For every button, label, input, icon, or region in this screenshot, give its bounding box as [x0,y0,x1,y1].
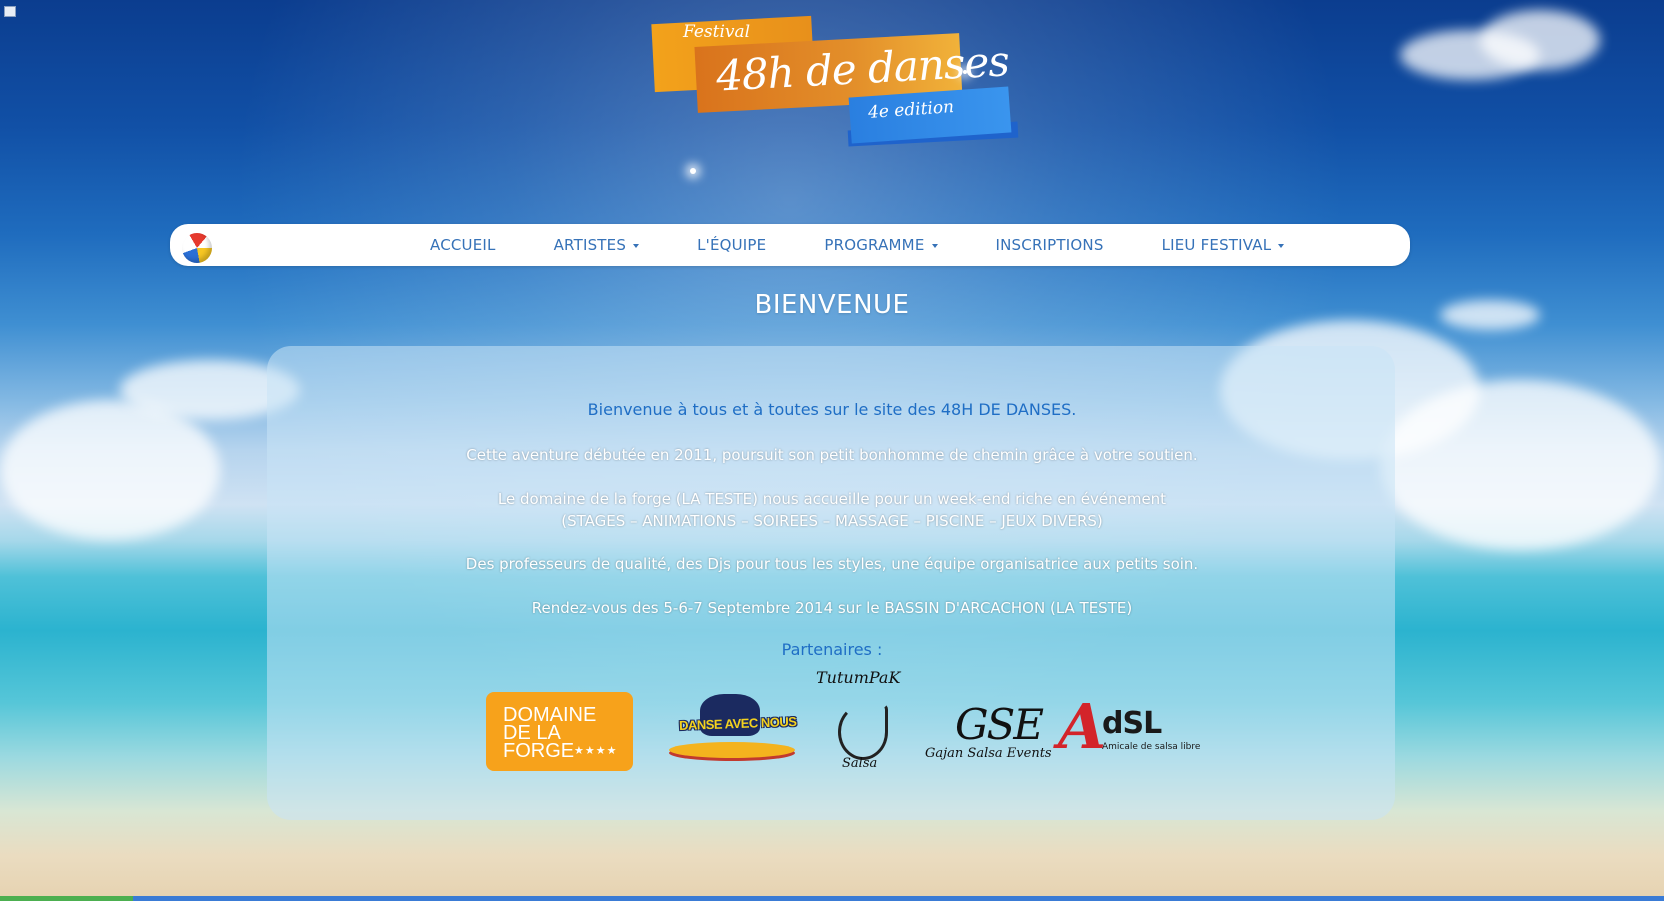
welcome-text: Bienvenue à tous et à toutes sur le site… [587,400,1077,419]
partner-adsl-a: A [1058,690,1107,763]
nav-item-accueil[interactable]: ACCUEIL [430,236,496,254]
partner-tutumpak-name: TutumPaK [816,668,901,687]
venue-paragraph-line2: (STAGES – ANIMATIONS – SOIREES – MASSAGE… [561,512,1103,530]
nav-item-label: ARTISTES [553,236,627,254]
partner-logo-adsl[interactable]: A dSL Amicale de salsa libre [1056,690,1200,768]
nav-item-label: INSCRIPTIONS [995,236,1104,254]
partners-label: Partenaires : [781,640,883,659]
sparkle-icon [963,70,967,74]
nav-item-lieu-festival[interactable]: LIEU FESTIVAL [1162,236,1285,254]
board-shape [669,742,795,758]
nav-item-artistes[interactable]: ARTISTES [553,236,640,254]
partner-logo-tutumpak[interactable]: TutumPaK Salsa [810,668,910,778]
nav-item-label: L'ÉQUIPE [697,236,767,254]
logo-festival-text: Festival [683,22,751,42]
cloud [1480,10,1600,70]
partner-adsl-sub: Amicale de salsa libre [1102,742,1201,752]
cloud [1400,30,1540,80]
nav-item-label: PROGRAMME [824,236,925,254]
sparkle-icon [690,168,696,174]
caret-down-icon [931,243,938,248]
venue-paragraph-line1: Le domaine de la forge (LA TESTE) nous a… [497,490,1167,508]
nav-item-inscriptions[interactable]: INSCRIPTIONS [996,236,1104,254]
page-title: BIENVENUE [754,290,910,320]
intro-paragraph: Cette aventure débutée en 2011, poursuit… [466,446,1198,464]
beach-ball-icon[interactable] [182,233,212,263]
bottom-status-strip [0,896,1664,901]
nav-item-equipe[interactable]: L'ÉQUIPE [697,236,766,254]
nav-item-label: LIEU FESTIVAL [1161,236,1272,254]
partner-gse-big: GSE [955,700,1044,749]
caret-down-icon [633,243,640,248]
partner-tutumpak-sub: Salsa [842,756,878,771]
nav-menu: ACCUEIL ARTISTES L'ÉQUIPE PROGRAMME INSC… [430,224,1342,266]
page-icon [4,6,16,17]
partner-logo-danse-avec-nous[interactable]: DANSE AVEC NOUS [665,690,797,770]
partner-logo-domaine-de-la-forge[interactable]: DOMAINE DE LA FORGE ★★★★ [486,692,633,771]
dancer-swirl-icon [838,704,888,760]
partner-forge-line3: FORGE [503,740,575,762]
main-navbar: ACCUEIL ARTISTES L'ÉQUIPE PROGRAMME INSC… [170,224,1410,266]
caret-down-icon [1278,243,1285,248]
partner-danse-text: DANSE AVEC NOUS [678,713,797,734]
partner-forge-stars: ★★★★ [574,744,618,757]
festival-logo[interactable]: Festival 48h de danses 4e edition [608,8,1028,174]
partner-gse-small: Gajan Salsa Events [925,746,1052,761]
nav-item-programme[interactable]: PROGRAMME [824,236,938,254]
partner-logo-gse[interactable]: GSE Gajan Salsa Events [925,700,1052,770]
date-paragraph: Rendez-vous des 5-6-7 Septembre 2014 sur… [531,599,1133,617]
partner-adsl-rest: dSL [1102,706,1162,741]
nav-item-label: ACCUEIL [430,236,496,254]
team-paragraph: Des professeurs de qualité, des Djs pour… [465,555,1199,573]
